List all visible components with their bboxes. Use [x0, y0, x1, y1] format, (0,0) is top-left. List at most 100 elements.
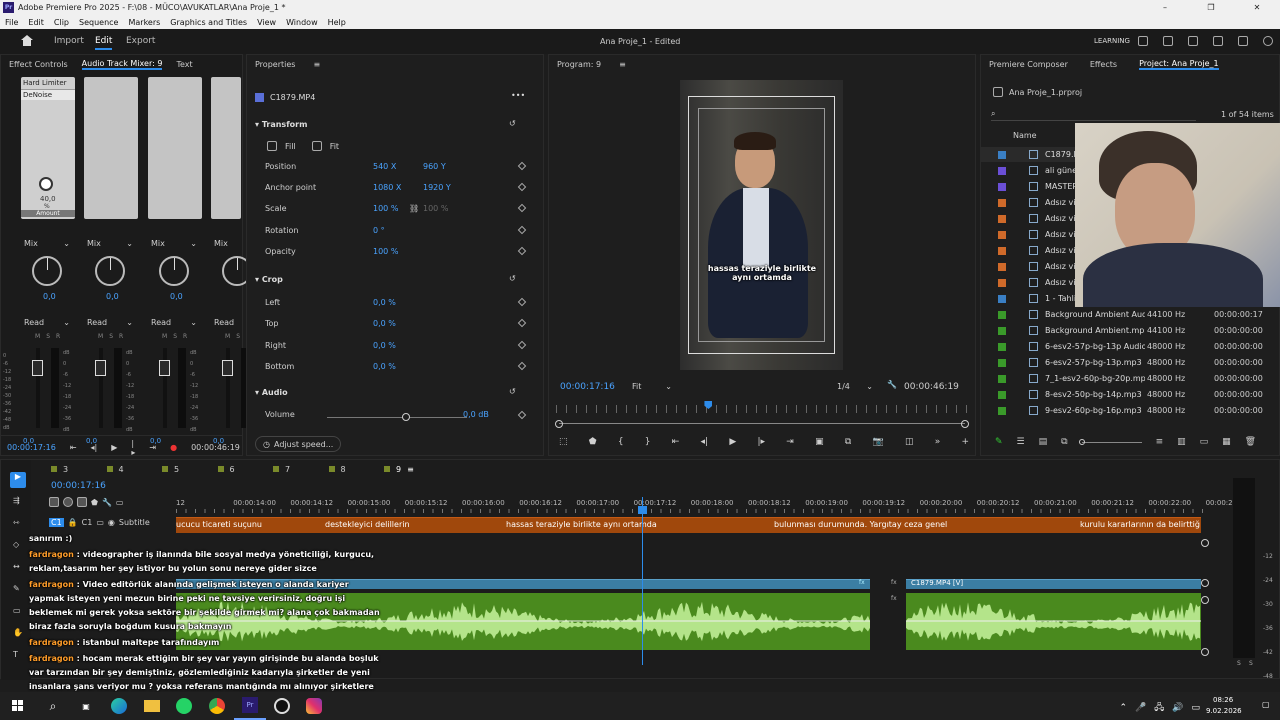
clock-date[interactable]: 9.02.2026: [1206, 707, 1242, 715]
msr-toggle[interactable]: M: [162, 333, 167, 340]
prop-value-2[interactable]: 100 %: [423, 204, 448, 213]
menu-clip[interactable]: Clip: [54, 18, 69, 27]
automation-dropdown[interactable]: Read: [211, 316, 241, 328]
selection-tool-icon[interactable]: ▶: [10, 472, 26, 488]
zoom-slider[interactable]: [1078, 438, 1142, 445]
automate-icon[interactable]: ▥: [1177, 437, 1186, 447]
scroll-end-handle[interactable]: [961, 420, 969, 428]
windows-start-icon[interactable]: [0, 700, 36, 712]
tab-effect-controls[interactable]: Effect Controls: [9, 60, 68, 69]
subtitle-track-toggle[interactable]: C1: [49, 518, 64, 527]
label-color-swatch[interactable]: [998, 199, 1006, 207]
play-icon[interactable]: ▶: [111, 443, 117, 452]
share-icon[interactable]: [1188, 36, 1198, 46]
menu-file[interactable]: File: [5, 18, 18, 27]
menu-help[interactable]: Help: [328, 18, 346, 27]
label-color-swatch[interactable]: [998, 407, 1006, 415]
keyframe-toggle[interactable]: [517, 203, 527, 213]
mark-in-icon[interactable]: {: [618, 437, 624, 447]
prop-value-2[interactable]: 960 Y: [423, 162, 446, 171]
sequence-tab[interactable]: 6: [217, 465, 274, 474]
scroll-start-handle[interactable]: [555, 420, 563, 428]
crop-value[interactable]: 0,0 %: [373, 362, 396, 371]
frame-icon[interactable]: [1213, 36, 1223, 46]
step-back-icon[interactable]: ◂|: [91, 443, 98, 452]
keyframe-toggle[interactable]: [517, 225, 527, 235]
msr-toggle[interactable]: R: [56, 333, 60, 340]
add-marker-icon[interactable]: ⬚: [559, 437, 568, 447]
strip-mode-dropdown[interactable]: Mix: [211, 237, 241, 249]
add-marker-icon[interactable]: ⬟: [91, 498, 98, 507]
label-color-swatch[interactable]: [998, 215, 1006, 223]
crop-value[interactable]: 0,0 %: [373, 341, 396, 350]
menu-window[interactable]: Window: [286, 18, 318, 27]
program-timecode[interactable]: 00:00:17:16: [560, 382, 615, 392]
track-scroll-handle-2[interactable]: [1201, 579, 1209, 587]
effect-denoise[interactable]: DeNoise: [21, 90, 75, 100]
pan-knob[interactable]: [32, 256, 62, 286]
automation-dropdown[interactable]: Read ⌄: [148, 316, 200, 328]
home-icon[interactable]: [21, 35, 33, 46]
lock-icon[interactable]: 🔒: [68, 518, 78, 527]
menu-graphics-and-titles[interactable]: Graphics and Titles: [170, 18, 247, 27]
nest-icon[interactable]: [49, 497, 59, 507]
prop-value-2[interactable]: 1920 Y: [423, 183, 451, 192]
crop-value[interactable]: 0,0 %: [373, 298, 396, 307]
list-view-icon[interactable]: ☰: [1017, 437, 1025, 447]
razor-icon[interactable]: ◇: [13, 540, 19, 549]
meter-solo[interactable]: S: [1249, 660, 1253, 667]
search-icon[interactable]: ⌕: [36, 699, 70, 714]
new-item-icon[interactable]: ▦: [1222, 437, 1231, 447]
msr-toggle[interactable]: M: [98, 333, 103, 340]
timeline-playhead[interactable]: [638, 506, 647, 514]
close-button[interactable]: ✕: [1234, 3, 1280, 12]
sequence-tab[interactable]: 8: [328, 465, 385, 474]
msr-toggle[interactable]: S: [173, 333, 177, 340]
program-ruler[interactable]: [556, 405, 968, 413]
label-color-swatch[interactable]: [998, 151, 1006, 159]
more-icon[interactable]: »: [935, 437, 941, 447]
record-icon[interactable]: ●: [170, 443, 177, 452]
msr-toggle[interactable]: S: [109, 333, 113, 340]
effects-rack-4[interactable]: [211, 77, 241, 219]
play-icon[interactable]: ▶: [729, 437, 736, 447]
sequence-tab[interactable]: 7: [273, 465, 329, 474]
section-transform[interactable]: ▾ Transform: [255, 120, 307, 129]
mark-out-icon[interactable]: }: [645, 437, 651, 447]
slip-icon[interactable]: ↔: [13, 562, 20, 571]
minimize-button[interactable]: –: [1142, 3, 1188, 12]
eye-icon[interactable]: ◉: [108, 518, 115, 527]
export-frame-icon[interactable]: 📷: [872, 437, 883, 447]
track-scroll-handle-1[interactable]: [1201, 539, 1209, 547]
strip-mode-dropdown[interactable]: Mix ⌄: [148, 237, 200, 249]
fit-dropdown[interactable]: Fit ⌄: [629, 379, 675, 393]
menu-icon[interactable]: ≡: [407, 465, 414, 474]
subtitle-clip[interactable]: hassas teraziyle birlikte aynı ortamda: [506, 520, 657, 529]
audio-clip-2[interactable]: [906, 593, 1201, 650]
msr-toggle[interactable]: S: [236, 333, 240, 340]
fit-icon[interactable]: [311, 141, 322, 151]
obs-icon[interactable]: [266, 698, 298, 714]
fill-icon[interactable]: [267, 141, 277, 151]
label-color-swatch[interactable]: [998, 279, 1006, 287]
fill-option[interactable]: Fill: [285, 142, 296, 151]
prop-value[interactable]: 100 %: [373, 204, 398, 213]
label-color-swatch[interactable]: [998, 311, 1006, 319]
menu-sequence[interactable]: Sequence: [79, 18, 118, 27]
label-color-swatch[interactable]: [998, 359, 1006, 367]
chevron-up-icon[interactable]: ⌃: [1119, 703, 1127, 713]
tab-text[interactable]: Text: [176, 60, 192, 69]
fader-handle[interactable]: [159, 360, 170, 376]
automation-dropdown[interactable]: Read ⌄: [21, 316, 73, 328]
automation-dropdown[interactable]: Read ⌄: [84, 316, 136, 328]
notification-icon[interactable]: ▢: [1262, 700, 1270, 709]
pan-knob[interactable]: [95, 256, 125, 286]
volume-value[interactable]: 0,0 dB: [463, 410, 489, 419]
sequence-tab[interactable]: 5: [162, 465, 218, 474]
delete-icon[interactable]: 🗑: [1245, 437, 1256, 447]
project-item[interactable]: 8-esv2-50p-bg-14p.mp3 48000 Hz 00:00:00:…: [981, 387, 1279, 402]
prop-value[interactable]: 1080 X: [373, 183, 401, 192]
go-to-out-icon[interactable]: ⇥: [149, 443, 156, 452]
prop-value[interactable]: 0 °: [373, 226, 385, 235]
project-item[interactable]: 9-esv2-60p-bg-16p.mp3 48000 Hz 00:00:00:…: [981, 403, 1279, 418]
